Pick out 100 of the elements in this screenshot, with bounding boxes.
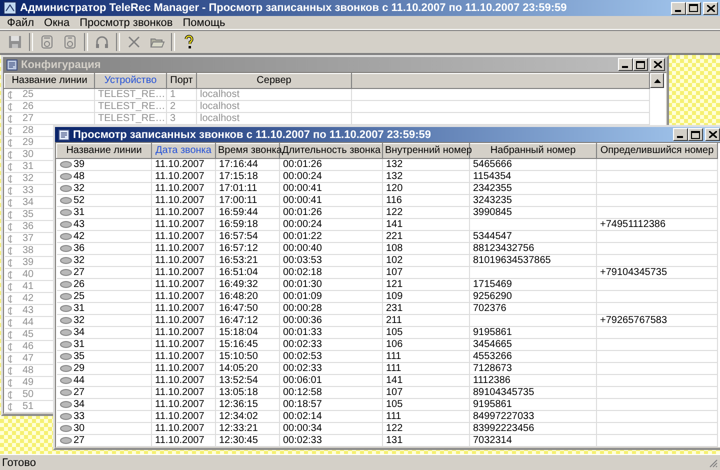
call-time-cell: 16:57:12 (216, 242, 280, 254)
close-button[interactable] (650, 58, 665, 71)
duration-cell: 00:02:33 (280, 434, 382, 446)
extension-cell: 141 (382, 374, 470, 386)
column-header[interactable]: Определившийся номер (596, 144, 718, 158)
line-icon (8, 294, 12, 302)
extension-cell: 132 (382, 170, 470, 182)
line-name-cell: 48 (74, 171, 85, 182)
server-cell: localhost (196, 88, 352, 100)
duration-cell: 00:03:53 (280, 254, 382, 266)
call-date-cell: 11.10.2007 (152, 398, 216, 410)
port-cell: 1 (166, 88, 196, 100)
call-date-cell: 11.10.2007 (152, 218, 216, 230)
duration-cell: 00:02:33 (280, 362, 382, 374)
line-icon (8, 306, 12, 314)
line-icon (8, 186, 12, 194)
close-button[interactable] (703, 2, 718, 14)
extension-cell: 102 (382, 254, 470, 266)
call-date-cell: 11.10.2007 (152, 374, 216, 386)
line-name-cell-text: 51 (22, 401, 34, 412)
call-time-cell: 12:33:21 (216, 422, 280, 434)
column-header[interactable]: Время звонка (216, 144, 280, 158)
line-name-cell-text: 40 (22, 269, 34, 280)
menu-item[interactable]: Просмотр звонков (74, 16, 178, 28)
menu-item[interactable]: Окна (39, 16, 75, 28)
call-date-cell: 11.10.2007 (152, 434, 216, 446)
extension-cell: 105 (382, 326, 470, 338)
phone-icon (60, 221, 72, 228)
close-button[interactable] (705, 128, 720, 141)
minimize-button[interactable] (618, 58, 633, 71)
duration-cell: 00:02:53 (280, 350, 382, 362)
line-name-cell-text: 29 (22, 137, 34, 148)
duration-cell: 00:18:57 (280, 398, 382, 410)
dialed-number-cell: 3990845 (470, 206, 596, 218)
call-date-cell: 11.10.2007 (152, 254, 216, 266)
column-header[interactable]: Название линии (4, 74, 94, 88)
line-name-cell: 42 (74, 231, 85, 242)
column-header[interactable]: Порт (166, 74, 196, 88)
line-icon (8, 282, 12, 290)
call-date-cell: 11.10.2007 (152, 314, 216, 326)
phone-icon (60, 197, 72, 204)
reel-icon (62, 34, 78, 50)
column-header[interactable]: Устройство (94, 74, 166, 88)
maximize-button[interactable] (633, 58, 648, 71)
call-date-cell: 11.10.2007 (152, 290, 216, 302)
duration-cell: 00:00:41 (280, 194, 382, 206)
maximize-icon (691, 130, 700, 138)
phone-icon (60, 365, 72, 372)
minimize-button[interactable] (673, 128, 688, 141)
line-icon (8, 318, 12, 326)
line-icon (8, 342, 12, 350)
minimize-button[interactable] (671, 2, 686, 14)
dialed-number-cell: 5344547 (470, 230, 596, 242)
duration-cell: 00:00:36 (280, 314, 382, 326)
call-time-cell: 15:18:04 (216, 326, 280, 338)
phone-icon (60, 377, 72, 384)
call-date-cell: 11.10.2007 (152, 338, 216, 350)
line-name-cell-text: 46 (22, 341, 34, 352)
column-header[interactable]: Дата звонка (152, 144, 216, 158)
dialed-number-cell: 3454665 (470, 338, 596, 350)
maximize-button[interactable] (688, 128, 703, 141)
line-icon (8, 258, 12, 266)
delete-icon (126, 34, 142, 50)
call-date-cell: 11.10.2007 (152, 266, 216, 278)
duration-cell: 00:02:33 (280, 338, 382, 350)
menu-item[interactable]: Файл (2, 16, 40, 28)
maximize-button[interactable] (686, 2, 701, 14)
line-name-cell-text: 28 (22, 125, 34, 136)
line-name-cell-text: 47 (22, 353, 34, 364)
caller-id-cell: +79265767583 (596, 314, 718, 326)
line-name-cell: 32 (74, 315, 85, 326)
call-time-cell: 16:48:20 (216, 290, 280, 302)
line-icon (8, 378, 12, 386)
extension-cell: 132 (382, 158, 470, 170)
call-date-cell: 11.10.2007 (152, 386, 216, 398)
line-icon (8, 222, 12, 230)
line-name-cell: 31 (74, 339, 85, 350)
window-title: Просмотр записанных звонков с 11.10.2007 по 11.10.2007 23:59:59 (73, 128, 432, 140)
call-time-cell: 14:05:20 (216, 362, 280, 374)
extension-cell: 120 (382, 182, 470, 194)
dialed-number-cell: 88123432756 (470, 242, 596, 254)
dialed-number-cell: 7128673 (470, 362, 596, 374)
menu-item[interactable]: Помощь (178, 16, 230, 28)
phone-icon (60, 173, 72, 180)
call-time-cell: 12:34:02 (216, 410, 280, 422)
line-name-cell: 32 (74, 255, 85, 266)
line-name-cell-text: 41 (22, 281, 34, 292)
column-header[interactable]: Название линии (56, 144, 152, 158)
line-icon (8, 138, 12, 146)
call-time-cell: 12:36:15 (216, 398, 280, 410)
line-icon (8, 330, 12, 338)
dialed-number-cell: 9256290 (470, 290, 596, 302)
call-date-cell: 11.10.2007 (152, 170, 216, 182)
column-header[interactable]: Внутренний номер (382, 144, 470, 158)
column-header[interactable]: Сервер (196, 74, 352, 88)
scroll-up-button[interactable] (650, 73, 664, 88)
line-name-cell-text: 45 (22, 329, 34, 340)
call-time-cell: 16:59:44 (216, 206, 280, 218)
line-name-cell: 33 (74, 411, 85, 422)
call-time-cell: 16:47:50 (216, 302, 280, 314)
